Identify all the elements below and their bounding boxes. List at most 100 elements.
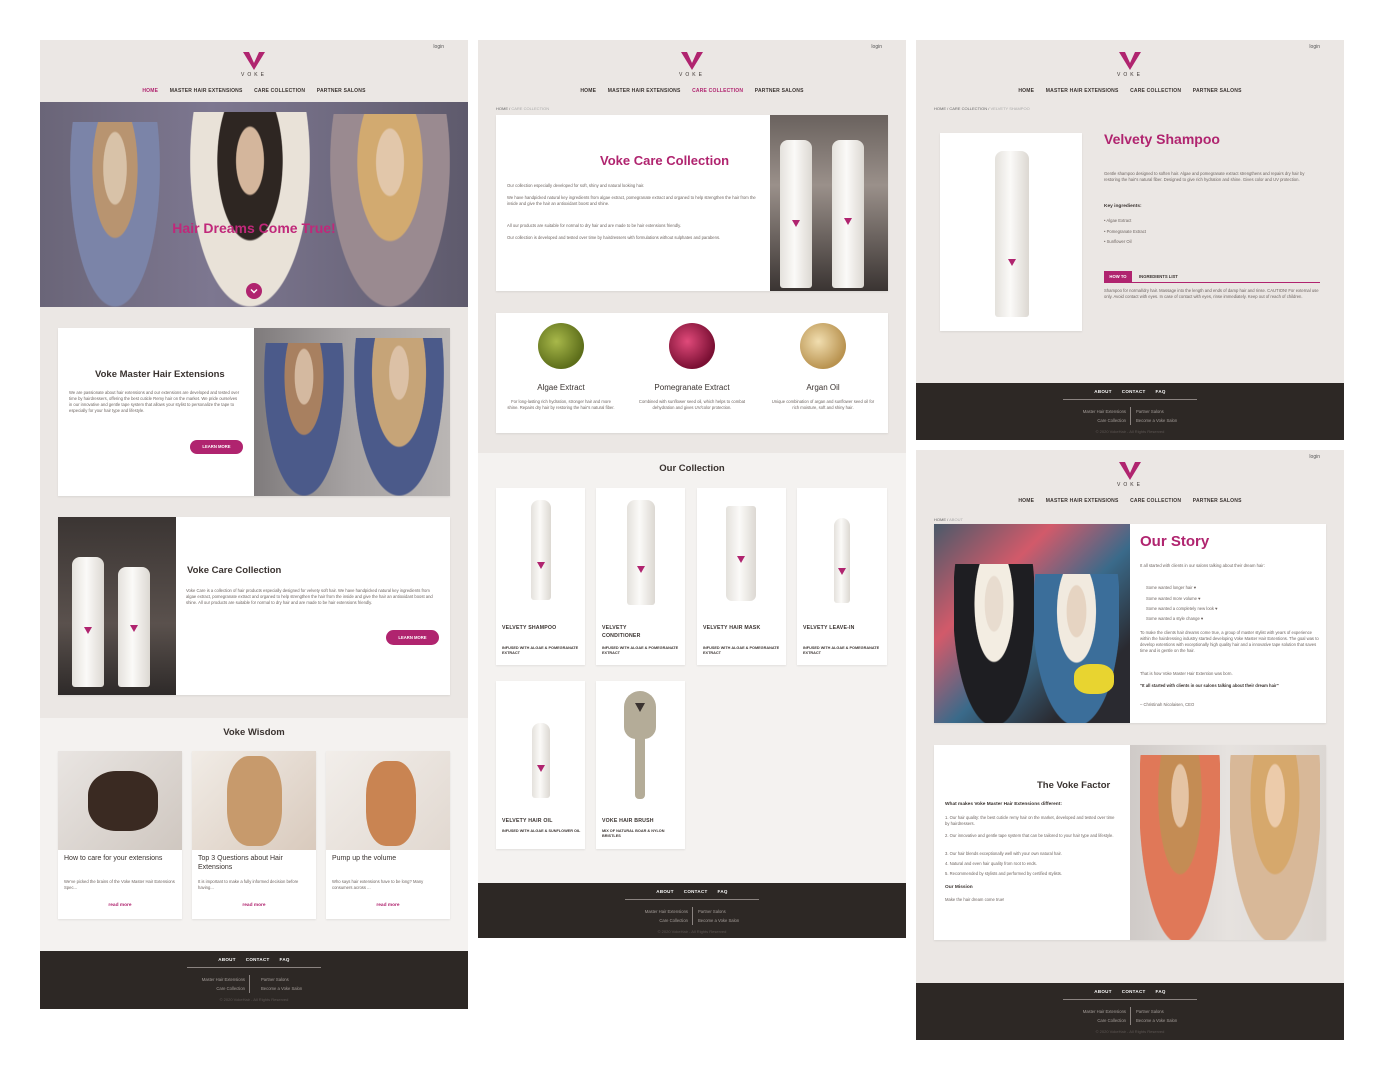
nav-extensions[interactable]: MASTER HAIR EXTENSIONS — [1046, 498, 1119, 504]
footer-faq[interactable]: FAQ — [280, 957, 290, 962]
nav-extensions[interactable]: MASTER HAIR EXTENSIONS — [170, 88, 243, 94]
voke-logo[interactable]: VOKE — [1110, 462, 1150, 488]
tab-underline — [1104, 282, 1320, 283]
product-card[interactable]: VOKE HAIR BRUSH MIX OF NATURAL BOAR & NY… — [596, 681, 685, 849]
nav-home[interactable]: HOME — [1018, 88, 1034, 94]
wisdom-section: Voke Wisdom How to care for your extensi… — [40, 718, 468, 951]
footer-link[interactable]: Master Hair Extensions — [202, 975, 245, 984]
article-card[interactable]: Top 3 Questions about Hair Extensions It… — [192, 751, 316, 919]
scroll-down-button[interactable] — [246, 283, 262, 299]
nav-home[interactable]: HOME — [580, 88, 596, 94]
nav-salons[interactable]: PARTNER SALONS — [1193, 498, 1242, 504]
footer-about[interactable]: ABOUT — [1094, 989, 1112, 994]
product-name: VELVETY HAIR OIL — [502, 818, 553, 824]
voke-factor-item: 3. Our hair blends exceptionally well wi… — [945, 851, 1062, 856]
login-link[interactable]: login — [871, 44, 882, 50]
nav-care[interactable]: CARE COLLECTION — [1130, 498, 1181, 504]
footer-faq[interactable]: FAQ — [718, 889, 728, 894]
voke-v-icon — [243, 52, 265, 70]
product-card[interactable]: VELVETY HAIR MASK INFUSED WITH ALGAE & P… — [697, 488, 786, 665]
footer-link[interactable]: Care Collection — [645, 916, 688, 925]
crumb-home[interactable]: HOME — [934, 517, 946, 522]
article-card[interactable]: Pump up the volume Who says hair extensi… — [326, 751, 450, 919]
footer-link[interactable]: Become a Voke Salon — [261, 984, 302, 993]
copyright: © 2020 VokeHair - All Rights Reserved — [657, 929, 727, 934]
footer-about[interactable]: ABOUT — [218, 957, 236, 962]
care-learn-more-button[interactable]: LEARN MORE — [386, 630, 439, 645]
footer-contact[interactable]: CONTACT — [246, 957, 270, 962]
footer-link[interactable]: Partner Salons — [1136, 1007, 1177, 1016]
login-link[interactable]: login — [1309, 44, 1320, 50]
article-title: Top 3 Questions about Hair Extensions — [198, 855, 283, 871]
ingredient-name: Argan Oil — [806, 383, 840, 392]
footer-link[interactable]: Partner Salons — [698, 907, 739, 916]
footer-link[interactable]: Become a Voke Salon — [698, 916, 739, 925]
model-left — [70, 122, 160, 307]
footer-about[interactable]: ABOUT — [656, 889, 674, 894]
care-intro-photo — [770, 115, 888, 291]
voke-logo[interactable]: VOKE — [234, 52, 274, 78]
nav-home[interactable]: HOME — [1018, 498, 1034, 504]
nav-salons[interactable]: PARTNER SALONS — [317, 88, 366, 94]
footer-faq[interactable]: FAQ — [1156, 389, 1166, 394]
tab-how-to[interactable]: HOW TO — [1104, 271, 1132, 282]
nav-extensions[interactable]: MASTER HAIR EXTENSIONS — [608, 88, 681, 94]
login-link[interactable]: login — [1309, 454, 1320, 460]
brand-wordmark: VOKE — [1117, 482, 1143, 488]
product-card[interactable]: VELVETY LEAVE-IN INFUSED WITH ALGAE & PO… — [797, 488, 887, 665]
story-author: – Christinah Nicolaisen, CEO — [1140, 702, 1195, 707]
crumb-home[interactable]: HOME — [934, 106, 946, 111]
article-card[interactable]: How to care for your extensions We've pi… — [58, 751, 182, 919]
nav-care[interactable]: CARE COLLECTION — [254, 88, 305, 94]
footer-link[interactable]: Care Collection — [202, 984, 245, 993]
our-story-title: Our Story — [1140, 533, 1210, 550]
article-excerpt: Who says hair extensions have to be long… — [332, 879, 424, 890]
product-card[interactable]: VELVETY HAIR OIL INFUSED WITH ALGAE & SU… — [496, 681, 585, 849]
product-subtitle: INFUSED WITH ALGAE & POMEGRANATE EXTRACT — [502, 646, 579, 655]
footer-link[interactable]: Become a Voke Salon — [1136, 1016, 1177, 1025]
nav-care[interactable]: CARE COLLECTION — [692, 88, 743, 94]
brand-wordmark: VOKE — [1117, 72, 1143, 78]
nav-care[interactable]: CARE COLLECTION — [1130, 88, 1181, 94]
footer-divider — [187, 967, 321, 968]
extensions-photo — [254, 328, 450, 496]
footer-contact[interactable]: CONTACT — [1122, 989, 1146, 994]
read-more-link[interactable]: read more — [192, 903, 316, 908]
footer-link[interactable]: Care Collection — [1083, 1016, 1126, 1025]
product-image — [532, 723, 550, 798]
product-card[interactable]: VELVETY SHAMPOO INFUSED WITH ALGAE & POM… — [496, 488, 585, 665]
voke-logo[interactable]: VOKE — [672, 52, 712, 78]
footer-link[interactable]: Partner Salons — [1136, 407, 1177, 416]
product-name: VELVETY HAIR MASK — [703, 625, 761, 631]
ingredient: Algae Extract For long-lasting rich hydr… — [496, 313, 626, 433]
footer-link[interactable]: Master Hair Extensions — [1083, 1007, 1126, 1016]
nav-salons[interactable]: PARTNER SALONS — [755, 88, 804, 94]
read-more-link[interactable]: read more — [58, 903, 182, 908]
our-story-card: Our Story It all started with clients in… — [934, 524, 1326, 723]
footer-link[interactable]: Master Hair Extensions — [1083, 407, 1126, 416]
nav-extensions[interactable]: MASTER HAIR EXTENSIONS — [1046, 88, 1119, 94]
crumb-home[interactable]: HOME — [496, 106, 508, 111]
story-body: To make the clients hair dreams come tru… — [1140, 630, 1319, 653]
footer-about[interactable]: ABOUT — [1094, 389, 1112, 394]
care-text: Voke Care is a collection of hair produc… — [186, 588, 433, 605]
voke-logo[interactable]: VOKE — [1110, 52, 1150, 78]
tab-ingredients-list[interactable]: INGREDIENTS LIST — [1139, 271, 1178, 282]
footer-contact[interactable]: CONTACT — [1122, 389, 1146, 394]
crumb-care[interactable]: CARE COLLECTION — [949, 106, 987, 111]
extensions-learn-more-button[interactable]: LEARN MORE — [190, 440, 243, 454]
footer-col-left: Master Hair Extensions Care Collection — [645, 907, 693, 925]
story-born: That is how Voke Master Hair Extention w… — [1140, 671, 1233, 676]
footer-link[interactable]: Partner Salons — [261, 975, 302, 984]
read-more-link[interactable]: read more — [326, 903, 450, 908]
nav-home[interactable]: HOME — [142, 88, 158, 94]
footer-link[interactable]: Care Collection — [1083, 416, 1126, 425]
nav-salons[interactable]: PARTNER SALONS — [1193, 88, 1242, 94]
login-link[interactable]: login — [433, 44, 444, 50]
footer-faq[interactable]: FAQ — [1156, 989, 1166, 994]
footer-link[interactable]: Master Hair Extensions — [645, 907, 688, 916]
product-card[interactable]: VELVETY CONDITIONER INFUSED WITH ALGAE &… — [596, 488, 685, 665]
key-ingredient: • Sunflower Oil — [1104, 239, 1132, 244]
footer-contact[interactable]: CONTACT — [684, 889, 708, 894]
footer-link[interactable]: Become a Voke Salon — [1136, 416, 1177, 425]
